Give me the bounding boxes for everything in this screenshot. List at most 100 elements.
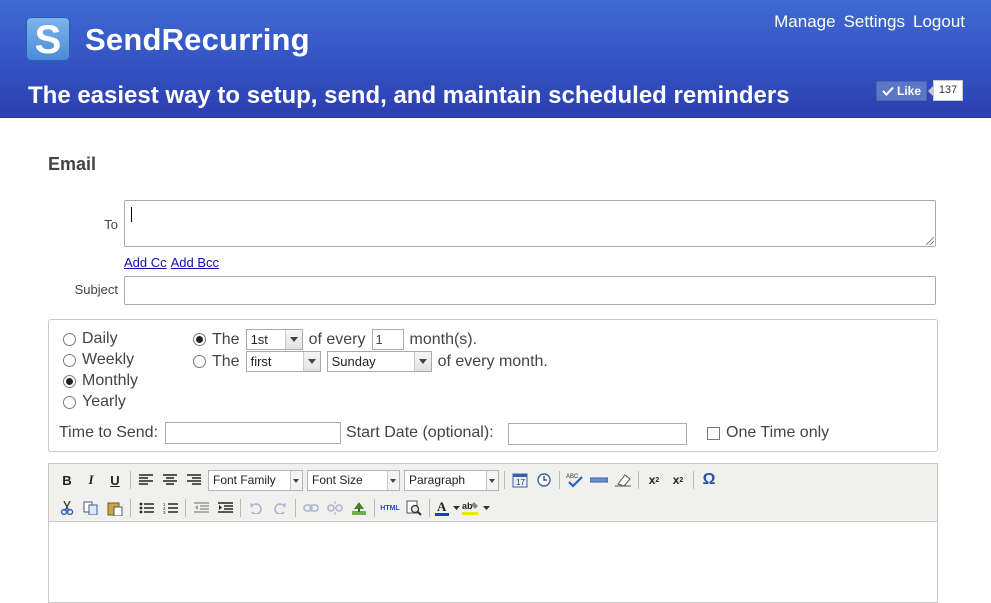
- nav-manage-link[interactable]: Manage: [774, 12, 835, 32]
- add-bcc-link[interactable]: Add Bcc: [171, 255, 219, 270]
- months-interval-input[interactable]: 1: [371, 329, 404, 350]
- time-to-send-input[interactable]: [165, 422, 341, 444]
- numbered-list-icon[interactable]: 123: [158, 497, 182, 519]
- align-center-icon[interactable]: [158, 469, 182, 491]
- thumbs-up-icon: [882, 86, 894, 96]
- superscript-icon[interactable]: x2: [666, 469, 690, 491]
- chevron-down-icon: [284, 330, 302, 349]
- option2-prefix: The: [212, 352, 240, 370]
- to-field[interactable]: [124, 200, 936, 247]
- toolbar-separator: [185, 499, 186, 517]
- radio-monthly[interactable]: Monthly: [63, 372, 138, 390]
- chevron-down-icon: [413, 352, 431, 371]
- subject-field[interactable]: [124, 276, 936, 305]
- recurrence-panel: Daily Weekly Monthly Yearly The 1st of e…: [48, 319, 938, 452]
- outdent-icon[interactable]: [189, 497, 213, 519]
- add-cc-link[interactable]: Add Cc: [124, 255, 167, 270]
- radio-weekly[interactable]: Weekly: [63, 351, 134, 369]
- option2-suffix: of every month.: [437, 352, 548, 370]
- ordinal-select[interactable]: first: [245, 351, 321, 372]
- radio-selected-icon[interactable]: [63, 374, 76, 388]
- subscript-icon[interactable]: x2: [642, 469, 666, 491]
- insert-date-icon[interactable]: 17: [508, 469, 532, 491]
- chevron-down-icon[interactable]: [451, 497, 461, 519]
- spellcheck-icon[interactable]: ABC: [563, 469, 587, 491]
- cut-icon[interactable]: [55, 497, 79, 519]
- weekday-value: Sunday: [331, 354, 376, 369]
- ordinal-value: first: [250, 354, 272, 369]
- text-color-icon[interactable]: A: [433, 497, 451, 519]
- weekday-select[interactable]: Sunday: [326, 351, 432, 372]
- special-char-icon[interactable]: Ω: [697, 469, 721, 491]
- radio-weekly-label: Weekly: [82, 351, 135, 368]
- toolbar-separator: [295, 499, 296, 517]
- start-date-input[interactable]: [508, 423, 687, 445]
- radio-yearly[interactable]: Yearly: [63, 393, 126, 411]
- cc-links: Add Cc Add Bcc: [124, 255, 223, 270]
- format-select[interactable]: Paragraph: [404, 469, 499, 491]
- font-family-value: Font Family: [213, 473, 276, 487]
- redo-icon[interactable]: [268, 497, 292, 519]
- paste-icon[interactable]: [103, 497, 127, 519]
- radio-icon[interactable]: [63, 353, 76, 367]
- bullet-list-icon[interactable]: [134, 497, 158, 519]
- like-label: Like: [896, 84, 921, 98]
- radio-icon[interactable]: [193, 355, 206, 368]
- monthly-option-day[interactable]: The 1st of every 1 month(s).: [193, 329, 477, 350]
- editor-body[interactable]: [49, 522, 937, 602]
- toolbar-separator: [130, 499, 131, 517]
- editor-toolbar: B I U Font Family Font Size Paragraph 17…: [49, 464, 937, 522]
- align-right-icon[interactable]: [182, 469, 206, 491]
- html-icon[interactable]: HTML: [378, 497, 402, 519]
- checkbox-icon[interactable]: [707, 426, 720, 440]
- link-icon[interactable]: [299, 497, 323, 519]
- brand-name[interactable]: SendRecurring: [85, 22, 310, 58]
- day-of-month-select[interactable]: 1st: [245, 329, 303, 350]
- font-size-select[interactable]: Font Size: [307, 469, 400, 491]
- option1-suffix: month(s).: [409, 330, 478, 348]
- site-header: S SendRecurring Manage Settings Logout T…: [0, 0, 991, 118]
- one-time-label: One Time only: [726, 424, 830, 441]
- like-button[interactable]: Like: [876, 81, 927, 101]
- resize-handle[interactable]: [926, 237, 934, 245]
- copy-icon[interactable]: [79, 497, 103, 519]
- preview-icon[interactable]: [402, 497, 426, 519]
- indent-icon[interactable]: [213, 497, 237, 519]
- radio-icon[interactable]: [63, 332, 76, 346]
- remove-format-icon[interactable]: [611, 469, 635, 491]
- highlight-color-icon[interactable]: ab: [461, 497, 481, 519]
- one-time-checkbox[interactable]: One Time only: [707, 424, 829, 442]
- nav-settings-link[interactable]: Settings: [844, 12, 905, 32]
- radio-selected-icon[interactable]: [193, 333, 206, 346]
- horizontal-rule-icon[interactable]: [587, 469, 611, 491]
- chevron-down-icon: [302, 352, 320, 371]
- bold-icon[interactable]: B: [55, 469, 79, 491]
- svg-text:3: 3: [163, 510, 166, 514]
- time-label-text: Time to Send:: [59, 424, 159, 441]
- unlink-icon[interactable]: [323, 497, 347, 519]
- monthly-option-weekday[interactable]: The first Sunday of every month.: [193, 351, 548, 372]
- svg-text:ABC: ABC: [566, 474, 579, 480]
- underline-icon[interactable]: U: [103, 469, 127, 491]
- undo-icon[interactable]: [244, 497, 268, 519]
- align-left-icon[interactable]: [134, 469, 158, 491]
- italic-icon[interactable]: I: [79, 469, 103, 491]
- toolbar-row-1: B I U Font Family Font Size Paragraph 17…: [55, 469, 721, 491]
- radio-monthly-label: Monthly: [82, 372, 139, 389]
- svg-text:ab: ab: [462, 501, 473, 511]
- chevron-down-icon[interactable]: [481, 497, 491, 519]
- radio-yearly-label: Yearly: [82, 393, 126, 410]
- toolbar-separator: [693, 471, 694, 489]
- image-icon[interactable]: [347, 497, 371, 519]
- insert-time-icon[interactable]: [532, 469, 556, 491]
- font-family-select[interactable]: Font Family: [208, 469, 303, 491]
- toolbar-separator: [130, 471, 131, 489]
- radio-icon[interactable]: [63, 395, 76, 409]
- nav-logout-link[interactable]: Logout: [913, 12, 965, 32]
- section-title: Email: [48, 154, 97, 174]
- logo-icon[interactable]: S: [26, 17, 70, 62]
- toolbar-separator: [429, 499, 430, 517]
- top-nav: Manage Settings Logout: [774, 12, 965, 32]
- start-date-label-text: Start Date (optional):: [346, 424, 494, 441]
- radio-daily[interactable]: Daily: [63, 330, 118, 348]
